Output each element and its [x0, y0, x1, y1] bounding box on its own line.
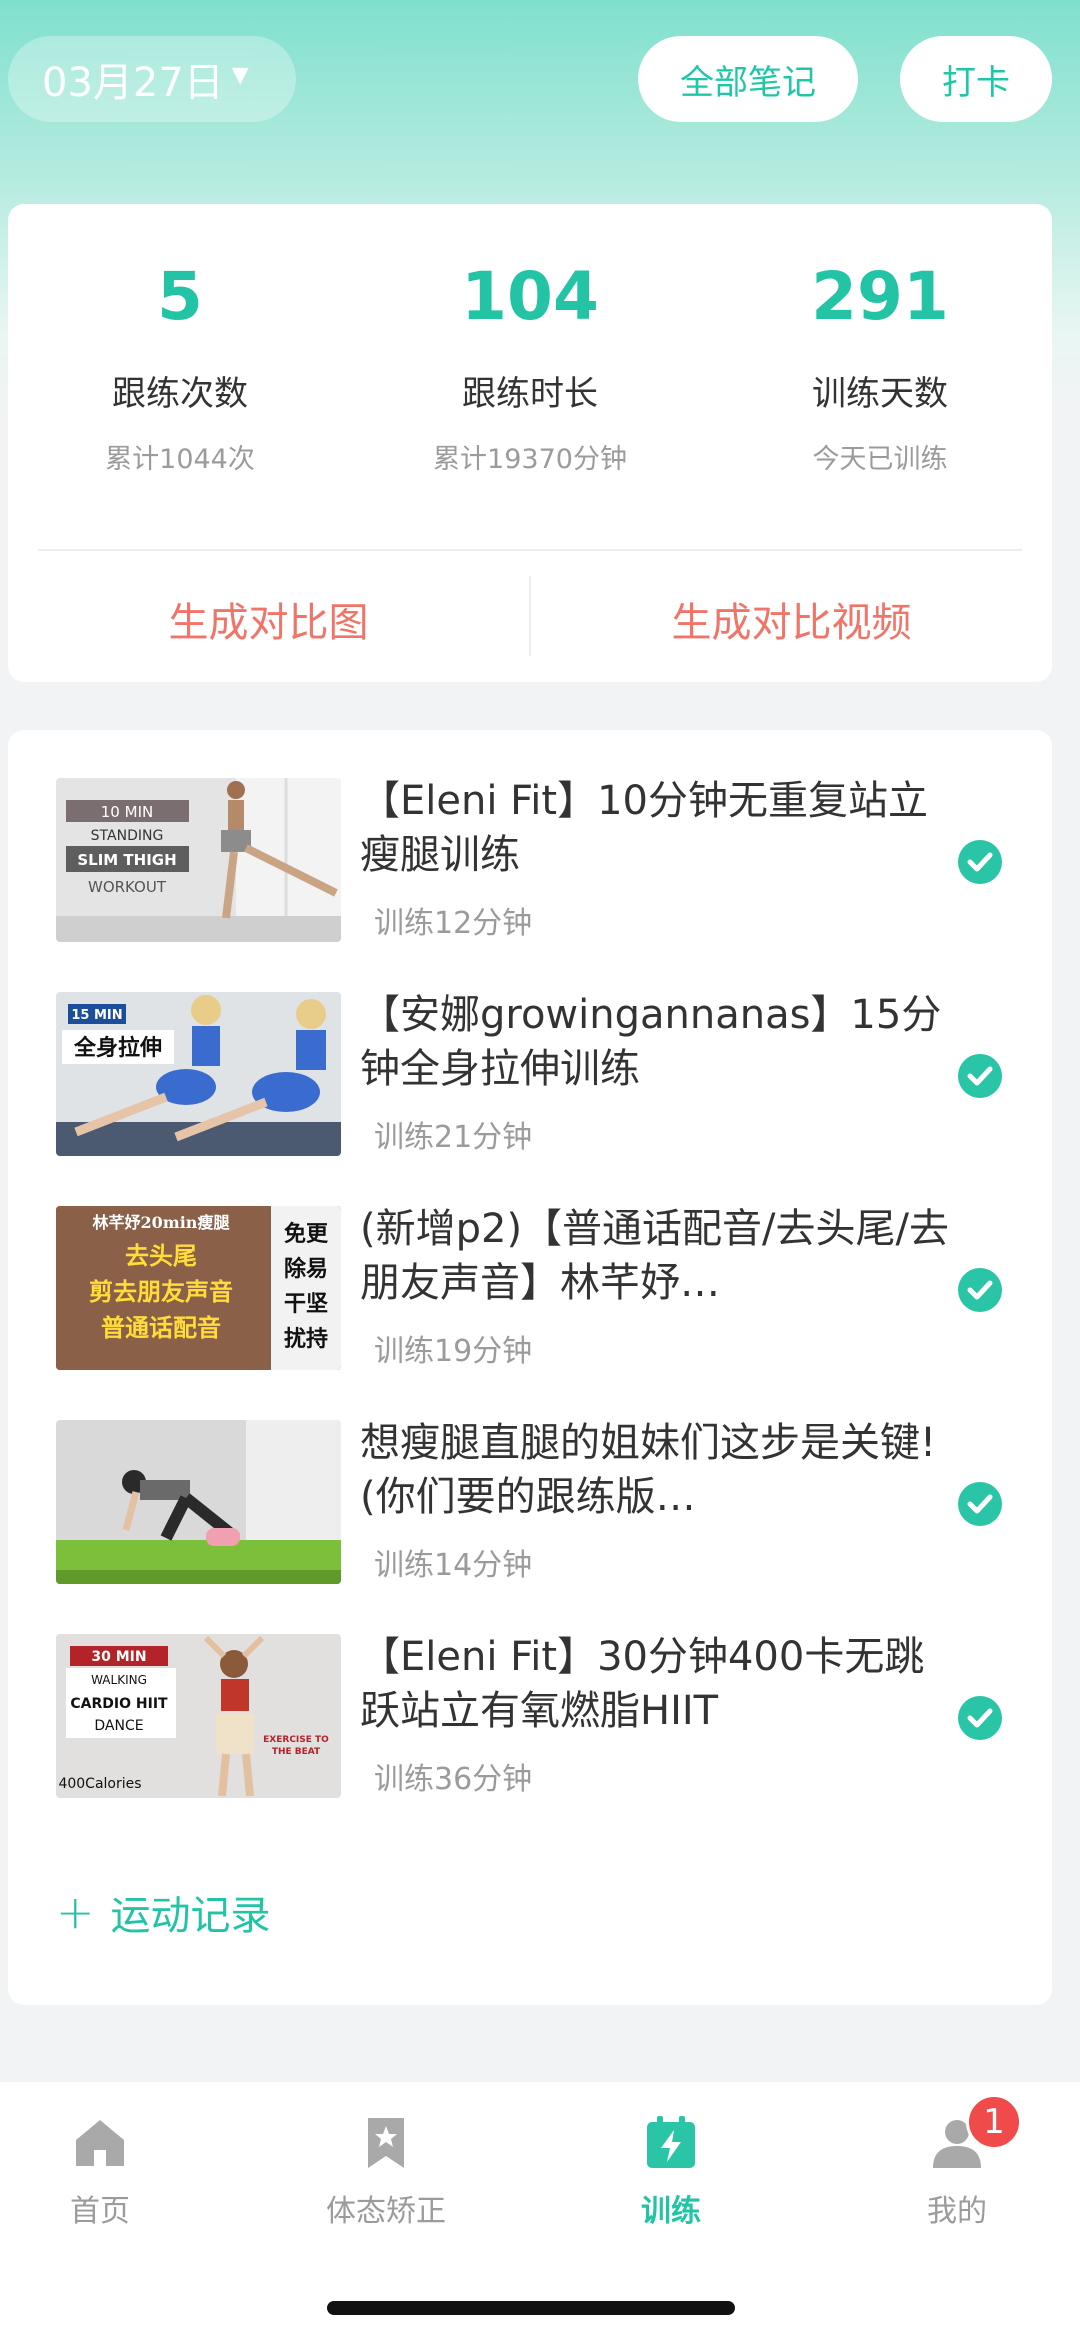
tab-home[interactable]: 首页 — [0, 2112, 200, 2230]
workout-thumbnail: 10 MIN STANDING SLIM THIGH WORKOUT — [56, 778, 341, 942]
tab-label: 首页 — [70, 2194, 130, 2229]
workout-list: 10 MIN STANDING SLIM THIGH WORKOUT 【Elen… — [8, 730, 1052, 2005]
notification-badge: 1 — [966, 2094, 1022, 2150]
add-exercise-record-button[interactable]: + 运动记录 — [56, 1883, 271, 1941]
tab-label: 训练 — [641, 2194, 701, 2229]
stat-value: 5 — [157, 258, 203, 335]
workout-thumbnail: 30 MIN WALKING CARDIO HIIT DANCE EXERCIS… — [56, 1634, 341, 1798]
caret-down-icon: ▼ — [231, 62, 249, 88]
check-icon — [958, 1054, 1002, 1098]
tab-label: 体态矫正 — [326, 2194, 446, 2229]
workout-duration: 训练21分钟 — [374, 1120, 533, 1155]
thumb-text: 30 MIN — [91, 1649, 146, 1665]
stat-sub: 今天已训练 — [812, 444, 948, 475]
workout-item[interactable]: 想瘦腿直腿的姐妹们这步是关键!(你们要的跟练版… 训练14分钟 — [8, 1420, 1052, 1586]
generate-compare-video-button[interactable]: 生成对比视频 — [531, 584, 1052, 654]
workout-item[interactable]: 30 MIN WALKING CARDIO HIIT DANCE EXERCIS… — [8, 1634, 1052, 1800]
workout-duration: 训练14分钟 — [374, 1548, 533, 1583]
thumb-text: 干坚 — [284, 1291, 328, 1317]
stat-sub: 累计1044次 — [105, 444, 255, 475]
workout-thumbnail: 林芊妤20min瘦腿 去头尾 剪去朋友声音 普通话配音 免更 除易 干坚 扰持 — [56, 1206, 341, 1370]
thumb-text: 普通话配音 — [101, 1313, 221, 1342]
date-label: 03月27日 — [42, 60, 224, 106]
plus-icon: + — [56, 1885, 95, 1939]
date-selector[interactable]: 03月27日 ▼ — [8, 36, 296, 122]
thumb-text: DANCE — [94, 1718, 143, 1734]
workout-item[interactable]: 林芊妤20min瘦腿 去头尾 剪去朋友声音 普通话配音 免更 除易 干坚 扰持 … — [8, 1206, 1052, 1372]
tab-training[interactable]: 训练 — [571, 2112, 771, 2230]
stat-days: 291 训练天数 今天已训练 — [730, 264, 1030, 476]
stat-sub: 累计19370分钟 — [433, 444, 627, 475]
thumb-text: 10 MIN — [101, 803, 153, 821]
thumb-text: 全身拉伸 — [73, 1035, 162, 1061]
thumb-text: STANDING — [91, 828, 164, 844]
thumb-text: WORKOUT — [88, 878, 167, 896]
stats-card: 5 跟练次数 累计1044次 104 跟练时长 累计19370分钟 291 训练… — [8, 204, 1052, 682]
check-icon — [958, 840, 1002, 884]
stat-value: 104 — [461, 258, 599, 335]
thumb-text: 去头尾 — [125, 1241, 197, 1270]
workout-thumbnail: 15 MIN 全身拉伸 — [56, 992, 341, 1156]
workout-duration: 训练19分钟 — [374, 1334, 533, 1369]
thumb-text: WALKING — [91, 1673, 147, 1687]
thumb-text: CARDIO HIIT — [70, 1696, 168, 1712]
check-icon — [958, 1268, 1002, 1312]
stat-value: 291 — [811, 258, 949, 335]
workout-title: (新增p2)【普通话配音/去头尾/去朋友声音】林芊妤… — [360, 1206, 950, 1306]
workout-title: 【Eleni Fit】10分钟无重复站立瘦腿训练 — [360, 778, 928, 878]
workout-duration: 训练36分钟 — [374, 1762, 533, 1797]
thumb-text: 免更 — [284, 1221, 329, 1247]
generate-compare-image-button[interactable]: 生成对比图 — [8, 584, 529, 654]
tab-label: 我的 — [927, 2194, 987, 2229]
thumb-text: 扰持 — [284, 1326, 328, 1352]
check-icon — [958, 1696, 1002, 1740]
stat-label: 跟练次数 — [112, 374, 248, 414]
thumb-text: 400Calories — [58, 1776, 141, 1792]
tab-mine[interactable]: 我的 — [857, 2112, 1057, 2230]
home-icon — [70, 2112, 130, 2172]
thumb-text: SLIM THIGH — [77, 851, 176, 869]
workout-thumbnail — [56, 1420, 341, 1584]
workout-item[interactable]: 15 MIN 全身拉伸 【安娜growingannanas】15分钟全身拉伸训练… — [8, 992, 1052, 1158]
workout-item[interactable]: 10 MIN STANDING SLIM THIGH WORKOUT 【Elen… — [8, 778, 1052, 944]
workout-title: 【Eleni Fit】30分钟400卡无跳跃站立有氧燃脂HIIT — [360, 1634, 925, 1734]
thumb-text: 林芊妤20min瘦腿 — [93, 1213, 230, 1232]
tab-posture[interactable]: 体态矫正 — [286, 2112, 486, 2230]
add-record-label: 运动记录 — [110, 1893, 271, 1939]
thumb-text: 除易 — [284, 1256, 328, 1282]
workout-title: 【安娜growingannanas】15分钟全身拉伸训练 — [360, 992, 942, 1092]
divider — [38, 549, 1022, 551]
workout-duration: 训练12分钟 — [374, 906, 533, 941]
thumb-text: 15 MIN — [71, 1008, 122, 1023]
header: 03月27日 ▼ 全部笔记 打卡 — [0, 0, 1080, 190]
thumb-text: 剪去朋友声音 — [89, 1277, 233, 1306]
stat-duration: 104 跟练时长 累计19370分钟 — [380, 264, 680, 476]
thumb-text: EXERCISE TO — [263, 1735, 329, 1745]
stat-sessions: 5 跟练次数 累计1044次 — [30, 264, 330, 476]
bookmark-star-icon — [356, 2112, 416, 2172]
home-indicator — [327, 2301, 735, 2315]
stat-label: 跟练时长 — [462, 374, 598, 414]
all-notes-button[interactable]: 全部笔记 — [638, 36, 858, 122]
training-calendar-icon — [641, 2112, 701, 2172]
check-icon — [958, 1482, 1002, 1526]
workout-title: 想瘦腿直腿的姐妹们这步是关键!(你们要的跟练版… — [360, 1420, 937, 1520]
stat-label: 训练天数 — [812, 374, 948, 414]
thumb-text: THE BEAT — [272, 1747, 321, 1757]
check-in-button[interactable]: 打卡 — [900, 36, 1052, 122]
